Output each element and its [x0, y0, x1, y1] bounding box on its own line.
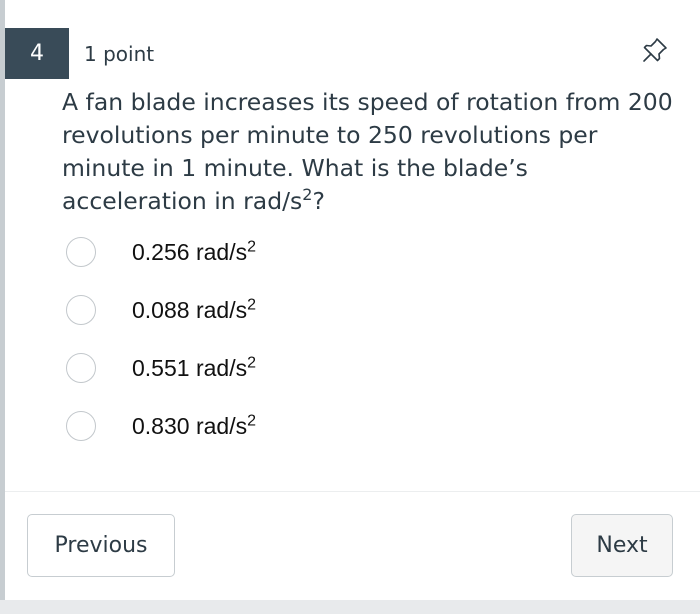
radio-button[interactable]: [66, 411, 96, 441]
question-text-superscript: 2: [302, 185, 313, 205]
footer-divider: [5, 491, 700, 492]
radio-button[interactable]: [66, 237, 96, 267]
answer-option[interactable]: 0.551 rad/s2: [62, 353, 482, 411]
question-text-main: A fan blade increases its speed of rotat…: [62, 88, 673, 215]
answer-option-superscript: 2: [247, 296, 256, 314]
answer-option-superscript: 2: [247, 354, 256, 372]
answer-option[interactable]: 0.088 rad/s2: [62, 295, 482, 353]
answer-option-value: 0.256 rad/s: [132, 239, 248, 265]
next-button[interactable]: Next: [571, 514, 673, 577]
question-number-badge: 4: [5, 28, 69, 79]
radio-button[interactable]: [66, 295, 96, 325]
question-text: A fan blade increases its speed of rotat…: [62, 86, 677, 218]
answer-option-label[interactable]: 0.088 rad/s2: [132, 295, 256, 325]
bottom-band: [0, 600, 700, 614]
pin-icon[interactable]: [641, 36, 669, 64]
answer-option[interactable]: 0.256 rad/s2: [62, 237, 482, 295]
previous-button[interactable]: Previous: [27, 514, 175, 577]
answer-option-value: 0.551 rad/s: [132, 355, 248, 381]
question-text-end: ?: [312, 187, 325, 215]
answer-option-superscript: 2: [247, 412, 256, 430]
answer-option-label[interactable]: 0.551 rad/s2: [132, 353, 256, 383]
question-card: 4 1 point A fan blade increases its spee…: [5, 0, 700, 600]
answer-option-label[interactable]: 0.256 rad/s2: [132, 237, 256, 267]
answer-options: 0.256 rad/s2 0.088 rad/s2 0.551 rad/s2 0…: [62, 237, 482, 469]
answer-option-superscript: 2: [247, 238, 256, 256]
answer-option[interactable]: 0.830 rad/s2: [62, 411, 482, 469]
answer-option-label[interactable]: 0.830 rad/s2: [132, 411, 256, 441]
answer-option-value: 0.830 rad/s: [132, 413, 248, 439]
answer-option-value: 0.088 rad/s: [132, 297, 248, 323]
question-points: 1 point: [84, 42, 155, 66]
radio-button[interactable]: [66, 353, 96, 383]
